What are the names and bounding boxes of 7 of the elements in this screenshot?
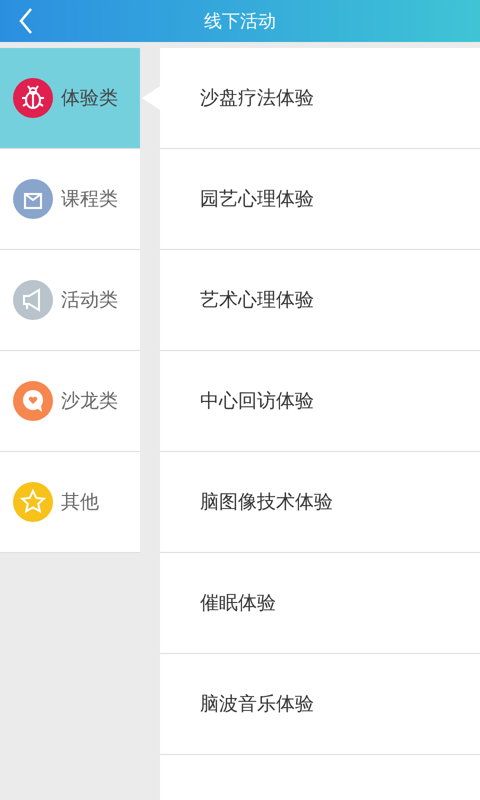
category-tab[interactable]: 体验类 <box>0 48 140 149</box>
category-tab[interactable]: 其他 <box>0 452 140 553</box>
category-tab[interactable]: 沙龙类 <box>0 351 140 452</box>
page-title: 线下活动 <box>204 10 276 33</box>
back-icon[interactable] <box>18 7 34 35</box>
category-tab[interactable]: 活动类 <box>0 250 140 351</box>
category-tab[interactable]: 课程类 <box>0 149 140 250</box>
